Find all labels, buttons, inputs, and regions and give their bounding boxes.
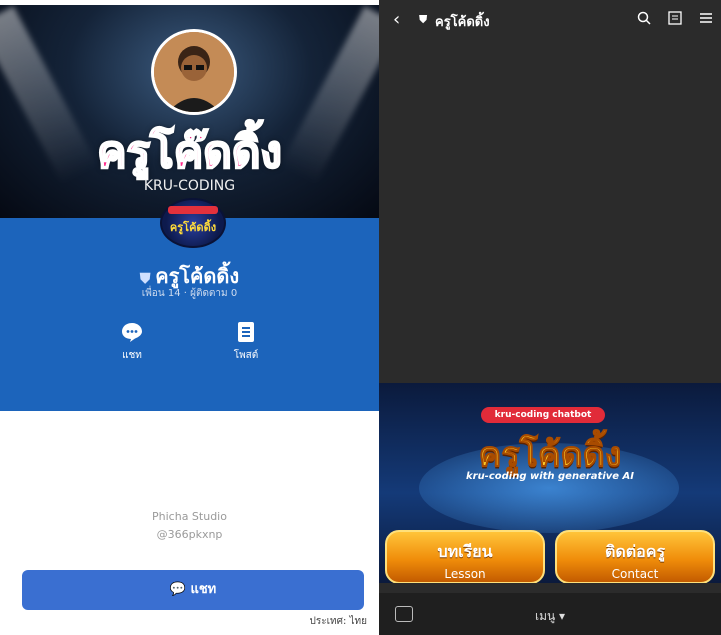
shield-icon: ⛊ (419, 13, 428, 26)
studio-name: Phicha Studio (152, 510, 227, 523)
chat-icon (121, 322, 143, 342)
lesson-button-en: Lesson (444, 567, 486, 581)
line-profile-panel: ครูโค๊ดดิ้ง KRU-CODING ⛊ ครูโค้ดดิ้ง เพื… (0, 0, 379, 635)
chatbot-logo: ครูโค้ดดิ้ง (160, 198, 226, 248)
header-tools (625, 11, 713, 29)
chat-action[interactable]: แชท (102, 322, 162, 363)
back-icon[interactable]: ‹ (393, 9, 400, 30)
chat-button[interactable]: 💬 แชท (22, 570, 364, 610)
rich-menu: kru-coding chatbot ครูโค้ดดิ้ง kru-codin… (379, 383, 721, 583)
post-icon (235, 322, 257, 342)
search-icon[interactable] (637, 11, 651, 29)
chat-header: ‹ ⛊ ครูโค้ดดิ้ง (379, 5, 721, 37)
chat-bottom-bar: เมนู ▾ (379, 593, 721, 635)
chat-bubble-icon: 💬 (169, 582, 191, 597)
avatar-image (154, 32, 234, 112)
studio-id: @366pkxnp (156, 528, 223, 541)
notes-icon[interactable] (668, 11, 682, 29)
profile-cover: ครูโค๊ดดิ้ง KRU-CODING (0, 5, 379, 218)
contact-button-en: Contact (611, 567, 659, 581)
cover-title: ครูโค๊ดดิ้ง (96, 126, 283, 179)
logo-ribbon (168, 206, 218, 214)
contact-button-th: ติดต่อครู (604, 542, 666, 561)
chatbot-tag: kru-coding chatbot (481, 407, 605, 423)
logo-text: ครูโค้ดดิ้ง (169, 221, 217, 234)
post-action-label: โพสต์ (233, 350, 259, 361)
avatar[interactable] (151, 29, 237, 115)
chat-action-label: แชท (122, 350, 142, 361)
chat-panel: ‹ ⛊ ครูโค้ดดิ้ง kru-coding chatbot ครูโค… (379, 0, 721, 635)
lesson-button-th: บทเรียน (437, 542, 493, 561)
chat-title: ครูโค้ดดิ้ง (435, 15, 490, 30)
account-name-text: ครูโค้ดดิ้ง (155, 264, 240, 288)
cover-subtitle: KRU-CODING (143, 178, 236, 194)
menu-toggle[interactable]: เมนู ▾ (379, 607, 721, 626)
post-action[interactable]: โพสต์ (216, 322, 276, 363)
language-label: ประเทศ: ไทย (309, 616, 367, 627)
lesson-button[interactable]: บทเรียน Lesson (385, 530, 545, 583)
chat-button-label: แชท (190, 582, 217, 597)
banner-subtitle: kru-coding with generative AI (465, 471, 634, 482)
friend-stats: เพื่อน 14 · ผู้ติดตาม 0 (141, 288, 238, 299)
shield-icon: ⛊ (139, 271, 156, 287)
menu-icon[interactable] (699, 11, 713, 29)
provider-info: Phicha Studio @366pkxnp (0, 508, 379, 544)
contact-button[interactable]: ติดต่อครู Contact (555, 530, 715, 583)
